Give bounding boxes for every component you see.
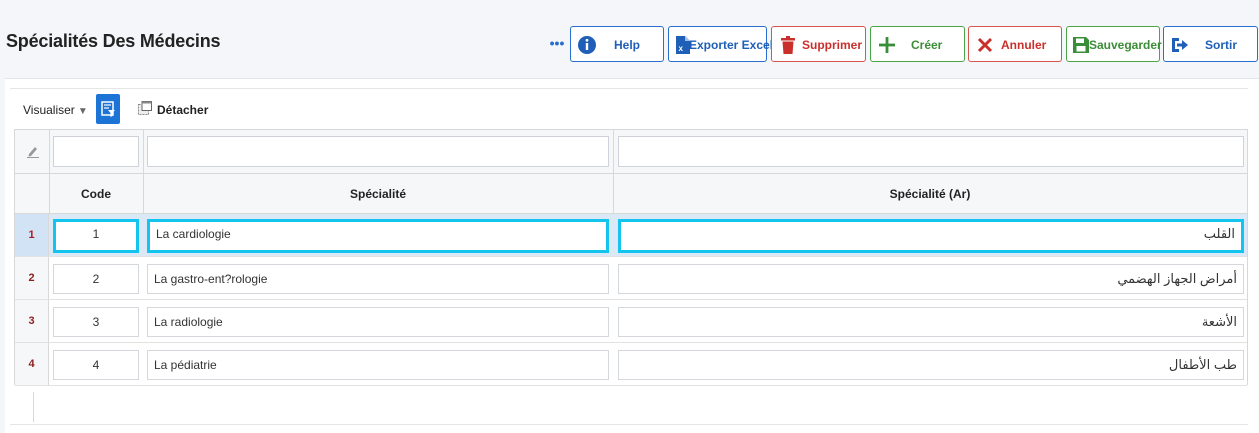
specialties-table: Code Spécialité Spécialité (Ar) 1 1 La c… [14, 129, 1248, 386]
view-menu-label: Visualiser [23, 103, 75, 117]
help-label: Help [614, 38, 641, 52]
filter-icon [101, 101, 115, 117]
code-cell[interactable]: 1 [53, 219, 139, 253]
row-number: 3 [15, 300, 49, 342]
specialite-ar-cell[interactable]: القلب [618, 219, 1244, 253]
code-filter-input[interactable] [53, 136, 139, 167]
row-number: 2 [15, 257, 49, 299]
export-excel-button[interactable]: x Exporter Excel [668, 26, 773, 62]
column-divider [613, 130, 614, 173]
info-icon [578, 36, 596, 54]
filter-row [15, 130, 1247, 174]
code-cell[interactable]: 3 [53, 307, 139, 337]
specialite-cell[interactable]: La cardiologie [147, 219, 609, 253]
column-divider [143, 130, 144, 173]
action-toolbar: Help x Exporter Excel Supprimer Créer An… [0, 26, 1259, 62]
save-button[interactable]: Sauvegarder [1066, 26, 1162, 62]
divider [33, 392, 34, 422]
exit-button[interactable]: Sortir [1163, 26, 1258, 62]
specialite-ar-filter-input[interactable] [618, 136, 1244, 167]
delete-label: Supprimer [802, 38, 863, 52]
create-label: Créer [911, 38, 943, 52]
caret-down-icon: ▼ [77, 106, 88, 117]
header-row: Code Spécialité Spécialité (Ar) [15, 174, 1247, 214]
detach-icon[interactable] [138, 101, 152, 115]
column-divider [49, 130, 50, 173]
delete-button[interactable]: Supprimer [771, 26, 866, 62]
row-number: 4 [15, 343, 49, 385]
table-row[interactable]: 1 1 La cardiologie القلب [15, 214, 1247, 257]
create-button[interactable]: Créer [870, 26, 965, 62]
specialite-filter-input[interactable] [147, 136, 609, 167]
specialite-ar-cell[interactable]: الأشعة [618, 307, 1244, 337]
query-by-example-button[interactable] [96, 94, 120, 124]
code-cell[interactable]: 2 [53, 264, 139, 294]
column-header-code[interactable]: Code [49, 174, 143, 214]
help-button[interactable]: Help [570, 26, 664, 62]
export-excel-label: Exporter Excel [689, 38, 774, 52]
column-header-specialite-ar[interactable]: Spécialité (Ar) [613, 174, 1247, 214]
svg-text:x: x [679, 44, 684, 53]
table-row[interactable]: 2 2 La gastro-ent?rologie أمراض الجهاز ا… [15, 257, 1247, 300]
save-label: Sauvegarder [1089, 38, 1162, 52]
specialite-cell[interactable]: La radiologie [147, 307, 609, 337]
divider [10, 424, 1248, 425]
close-icon [977, 37, 993, 53]
view-menu[interactable]: Visualiser ▼ [23, 103, 88, 117]
cancel-button[interactable]: Annuler [968, 26, 1062, 62]
code-cell[interactable]: 4 [53, 350, 139, 380]
specialite-cell[interactable]: La gastro-ent?rologie [147, 264, 609, 294]
pencil-icon [27, 147, 39, 158]
table-row[interactable]: 3 3 La radiologie الأشعة [15, 300, 1247, 343]
plus-icon [879, 37, 895, 53]
row-number: 1 [15, 214, 49, 256]
table-row[interactable]: 4 4 La pédiatrie طب الأطفال [15, 343, 1247, 386]
column-header-specialite[interactable]: Spécialité [143, 174, 613, 214]
specialite-cell[interactable]: La pédiatrie [147, 350, 609, 380]
detach-button[interactable]: Détacher [157, 103, 208, 117]
cancel-label: Annuler [1001, 38, 1047, 52]
specialite-ar-cell[interactable]: طب الأطفال [618, 350, 1244, 380]
exit-icon [1172, 38, 1188, 52]
trash-icon [781, 36, 795, 54]
specialite-ar-cell[interactable]: أمراض الجهاز الهضمي [618, 264, 1244, 294]
exit-label: Sortir [1205, 38, 1238, 52]
save-icon [1073, 37, 1089, 53]
